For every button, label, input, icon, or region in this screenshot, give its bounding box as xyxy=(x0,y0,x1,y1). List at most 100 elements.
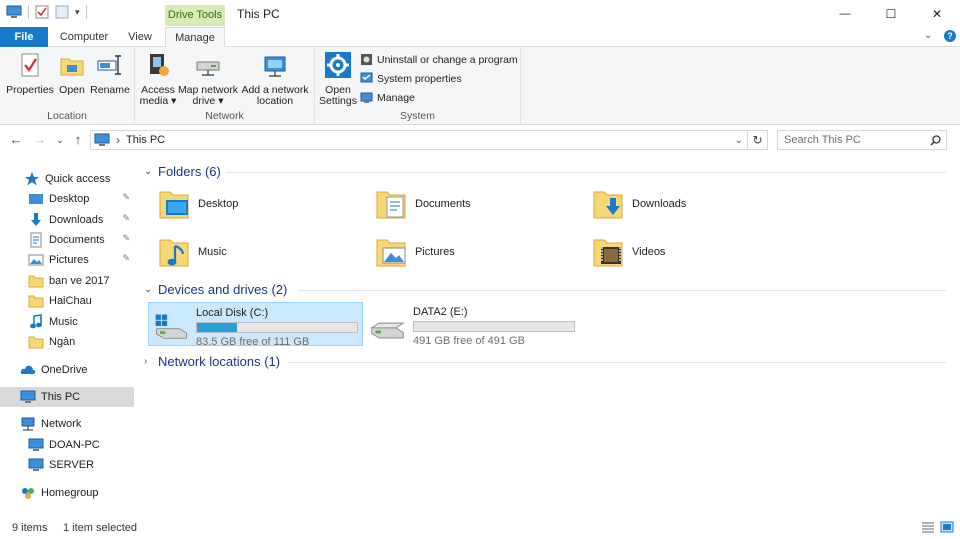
drive-usage-bar xyxy=(196,322,358,333)
star-icon xyxy=(25,172,39,186)
nav-item-music[interactable]: Music xyxy=(0,312,134,332)
folder-music[interactable]: Music xyxy=(156,234,227,270)
nav-label: Homegroup xyxy=(41,487,99,499)
tab-manage[interactable]: Manage xyxy=(165,27,225,48)
search-input[interactable]: Search This PC xyxy=(777,130,947,150)
folder-icon xyxy=(28,336,44,349)
folder-label: Videos xyxy=(632,246,666,258)
drive-local-disk-c[interactable]: Local Disk (C:) 83.5 GB free of 111 GB xyxy=(148,302,363,348)
tab-computer[interactable]: Computer xyxy=(52,27,116,47)
recent-locations-button[interactable]: ⌄ xyxy=(52,132,68,148)
tab-file[interactable]: File xyxy=(0,27,48,47)
folder-icon xyxy=(28,275,44,288)
qat-divider xyxy=(28,5,29,19)
section-title: Devices and drives (2) xyxy=(158,282,288,297)
nav-item-documents[interactable]: Documents ✎ xyxy=(0,230,134,250)
folder-videos[interactable]: Videos xyxy=(590,234,665,270)
devices-section-header[interactable]: ⌄ Devices and drives (2) xyxy=(144,282,287,297)
map-network-drive-button[interactable]: Map network drive ▾ xyxy=(177,51,239,107)
nav-item-doan-pc[interactable]: DOAN-PC xyxy=(0,435,134,455)
hard-drive-icon xyxy=(370,322,405,339)
nav-this-pc[interactable]: This PC xyxy=(0,387,134,407)
manage-button[interactable]: Manage xyxy=(360,89,415,106)
nav-label: Desktop xyxy=(49,193,90,205)
minimize-button[interactable]: — xyxy=(822,0,868,27)
folder-desktop[interactable]: Desktop xyxy=(156,186,238,222)
maximize-icon: ☐ xyxy=(885,6,897,21)
nav-item-ngan[interactable]: Ngàn xyxy=(0,332,134,352)
folder-documents[interactable]: Documents xyxy=(373,186,471,222)
system-properties-button[interactable]: System properties xyxy=(360,70,462,87)
forward-button[interactable]: → xyxy=(32,132,48,148)
new-folder-quick-icon[interactable] xyxy=(55,5,69,19)
uninstall-label: Uninstall or change a program xyxy=(377,53,518,66)
add-network-location-button[interactable]: Add a network location xyxy=(239,51,311,107)
add-network-location-label-2: location xyxy=(256,95,294,107)
nav-label: Ngàn xyxy=(49,336,76,348)
network-locations-section-header[interactable]: › Network locations (1) xyxy=(144,354,280,369)
folders-section-header[interactable]: ⌄ Folders (6) xyxy=(144,164,221,179)
ribbon-group-network: Access media ▾ Map network drive ▾ Add a… xyxy=(135,47,315,125)
close-icon: ✕ xyxy=(931,6,943,21)
drive-usage-fill xyxy=(197,323,237,332)
folder-label: Music xyxy=(198,246,227,258)
nav-label: Pictures xyxy=(49,254,89,266)
large-icons-view-icon[interactable] xyxy=(940,521,954,533)
back-button[interactable]: ← xyxy=(8,132,24,148)
breadcrumb-this-pc[interactable]: This PC xyxy=(126,134,165,146)
close-button[interactable]: ✕ xyxy=(914,0,960,27)
address-bar[interactable]: › This PC ⌄ xyxy=(90,130,748,150)
folder-label: Documents xyxy=(415,198,471,210)
refresh-button[interactable]: ↻ xyxy=(748,130,768,150)
downloads-folder-icon xyxy=(593,191,623,219)
properties-button[interactable]: Properties xyxy=(6,51,54,96)
nav-homegroup[interactable]: Homegroup xyxy=(0,483,134,503)
open-settings-button[interactable]: Open Settings xyxy=(319,51,357,107)
details-view-icon[interactable] xyxy=(921,521,935,533)
folder-downloads[interactable]: Downloads xyxy=(590,186,686,222)
ribbon-collapse-icon[interactable]: ⌄ xyxy=(924,30,932,41)
nav-label: Documents xyxy=(49,234,105,246)
access-media-label-2: media ▾ xyxy=(139,95,177,107)
qat-divider xyxy=(85,5,87,19)
quick-access-toolbar: ▾ xyxy=(6,5,87,19)
help-icon[interactable]: ? xyxy=(944,30,956,42)
nav-item-ban-ve-2017[interactable]: ban ve 2017 xyxy=(0,271,134,291)
maximize-button[interactable]: ☐ xyxy=(868,0,914,27)
nav-network[interactable]: Network xyxy=(0,414,134,434)
nav-label: Network xyxy=(41,418,82,430)
properties-quick-icon[interactable] xyxy=(35,5,49,19)
this-pc-icon[interactable] xyxy=(6,5,22,19)
settings-gear-icon xyxy=(325,52,351,78)
folder-pictures[interactable]: Pictures xyxy=(373,234,455,270)
section-divider xyxy=(298,290,946,291)
nav-item-downloads[interactable]: Downloads ✎ xyxy=(0,210,134,230)
nav-onedrive[interactable]: OneDrive xyxy=(0,360,134,380)
tab-view[interactable]: View xyxy=(118,27,162,47)
ribbon-group-label-system: System xyxy=(399,110,435,122)
uninstall-icon xyxy=(361,54,372,65)
nav-item-pictures[interactable]: Pictures ✎ xyxy=(0,250,134,270)
network-icon xyxy=(21,417,35,431)
nav-item-server[interactable]: SERVER xyxy=(0,455,134,475)
nav-quick-access[interactable]: Quick access xyxy=(0,169,134,189)
up-button[interactable]: ↑ xyxy=(70,132,86,148)
rename-button[interactable]: Rename xyxy=(90,51,130,96)
uninstall-program-button[interactable]: Uninstall or change a program xyxy=(360,51,518,68)
open-label: Open xyxy=(59,84,85,96)
nav-item-haichau[interactable]: HaiChau xyxy=(0,291,134,311)
qat-customize-icon[interactable]: ▾ xyxy=(75,7,80,18)
access-media-button[interactable]: Access media ▾ xyxy=(139,51,177,107)
ribbon: Properties Open Rename Location Access m… xyxy=(0,47,960,125)
music-note-icon xyxy=(30,314,42,329)
folder-label: Desktop xyxy=(198,198,239,210)
minimize-icon: — xyxy=(839,7,851,20)
breadcrumb-separator[interactable]: › xyxy=(116,133,120,147)
content-pane: ⌄ Folders (6) Desktop Documents Download… xyxy=(136,160,960,514)
open-button[interactable]: Open xyxy=(56,51,88,96)
computer-management-icon xyxy=(360,92,373,103)
videos-folder-icon xyxy=(593,239,623,267)
drive-data2-e[interactable]: DATA2 (E:) 491 GB free of 491 GB xyxy=(364,302,579,347)
address-dropdown-icon[interactable]: ⌄ xyxy=(735,135,743,146)
nav-item-desktop[interactable]: Desktop ✎ xyxy=(0,189,134,209)
